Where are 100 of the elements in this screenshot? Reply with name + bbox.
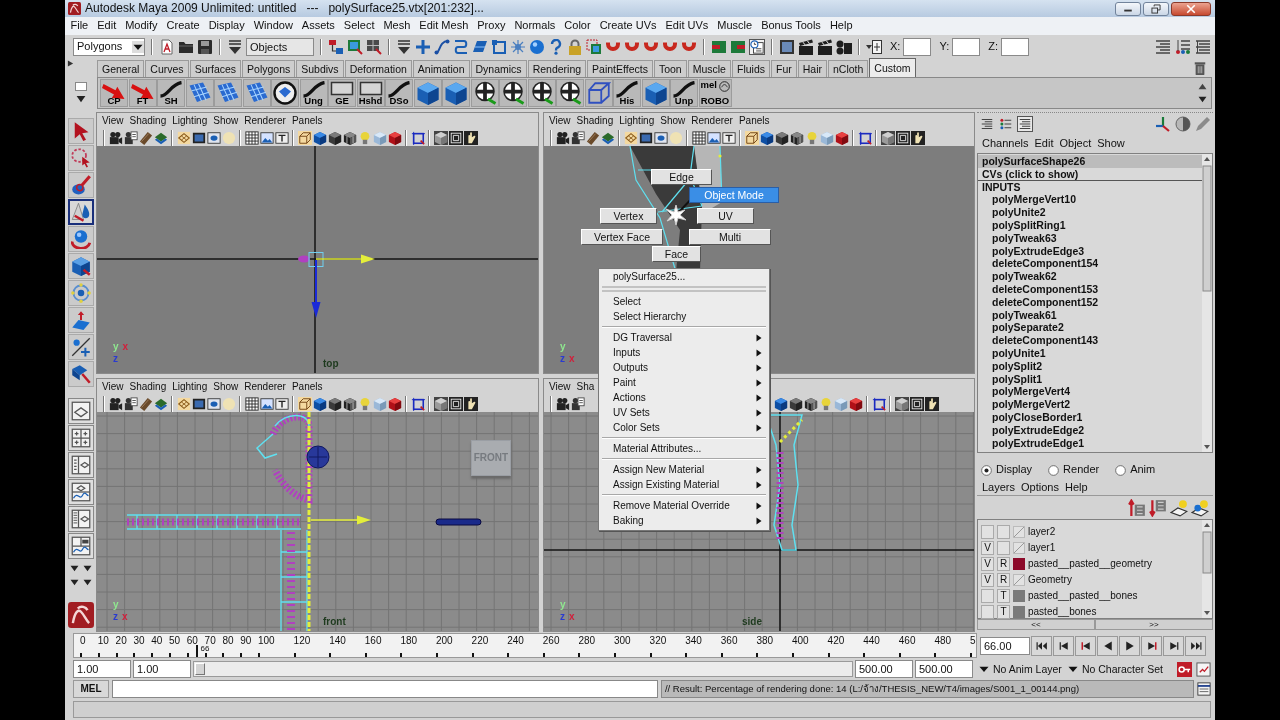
input-node[interactable]: polyExtrudeEdge2 <box>978 423 1202 437</box>
layer-scroll-button[interactable]: >> <box>1095 619 1213 630</box>
object-name[interactable]: polySurfaceShape26 <box>978 155 1202 168</box>
shelf-button[interactable]: DSo <box>385 79 413 107</box>
camera-icon[interactable] <box>555 130 570 145</box>
layer-scroll-button[interactable]: << <box>977 619 1095 630</box>
tool-button[interactable] <box>67 253 94 279</box>
menu-item[interactable]: View <box>546 113 574 129</box>
menu-item[interactable]: Panels <box>288 379 326 395</box>
input-node[interactable]: polySplit2 <box>978 359 1202 373</box>
menu-item[interactable]: Material Attributes... <box>599 441 769 456</box>
shelf-button[interactable]: CP <box>100 79 128 107</box>
menu-item[interactable]: Modify <box>120 19 163 33</box>
input-node[interactable]: deleteComponent153 <box>978 282 1202 296</box>
marking-menu-item[interactable]: Face <box>652 246 701 262</box>
color-swatch-icon[interactable] <box>1013 606 1025 618</box>
menu-item[interactable]: Assign Existing Material <box>599 477 769 492</box>
menu-item[interactable]: Lighting <box>616 113 658 129</box>
layered-planes-icon[interactable] <box>153 396 168 411</box>
command-language-button[interactable]: MEL <box>73 680 109 698</box>
input-node[interactable]: polySeparate2 <box>978 321 1202 335</box>
radio-button[interactable] <box>1115 464 1127 476</box>
shelf-tab[interactable]: Muscle <box>687 60 731 77</box>
maya-logo-icon[interactable] <box>67 602 94 628</box>
playback-start-field[interactable]: 1.00 <box>133 660 191 678</box>
grid-plane-icon[interactable] <box>176 396 191 411</box>
help-icon[interactable] <box>548 38 564 55</box>
start-time-field[interactable]: 1.00 <box>73 660 131 678</box>
wireframe-cube-icon[interactable] <box>297 130 312 145</box>
range-slider-handle[interactable] <box>195 663 205 675</box>
film-reels-icon[interactable] <box>836 38 852 55</box>
display-type-toggle[interactable]: R <box>997 573 1010 587</box>
image-plane-icon[interactable] <box>259 130 274 145</box>
menu-item[interactable]: Window <box>249 19 298 33</box>
visibility-toggle[interactable] <box>981 525 994 539</box>
end-time-field[interactable]: 500.00 <box>915 660 973 678</box>
camera-icon[interactable] <box>108 130 123 145</box>
empty-swatch-icon[interactable] <box>1013 574 1025 586</box>
shelf-tab[interactable]: Subdivs <box>296 60 344 77</box>
curve-icon[interactable] <box>434 38 450 55</box>
playback-button[interactable] <box>1119 635 1140 656</box>
shelf-tab[interactable]: Custom <box>869 58 916 77</box>
shelf-tab[interactable]: Polygons <box>242 60 296 77</box>
radio-button[interactable] <box>981 464 992 476</box>
anim-layer-dropdown[interactable]: No Anim Layer <box>978 662 1062 676</box>
display-type-toggle[interactable] <box>997 525 1010 539</box>
menu-item[interactable]: Actions <box>599 390 769 405</box>
menu-item[interactable]: Mesh <box>378 19 415 33</box>
radio-label[interactable]: Anim <box>1130 463 1156 477</box>
preferences-icon[interactable] <box>1196 661 1211 677</box>
menu-item[interactable]: Lighting <box>169 113 211 129</box>
marking-menu-item[interactable]: Multi <box>689 229 771 245</box>
half-circle-icon[interactable] <box>1175 115 1191 132</box>
frame-all-icon[interactable] <box>448 130 463 145</box>
visibility-toggle[interactable] <box>981 589 994 603</box>
object-mode-icon[interactable] <box>347 38 363 55</box>
film-gate-icon[interactable] <box>191 130 206 145</box>
hand-icon[interactable] <box>463 396 478 411</box>
sphere-icon[interactable] <box>529 38 545 55</box>
marking-menu-item[interactable]: Vertex <box>600 208 657 224</box>
resolution-gate-icon[interactable] <box>206 396 221 411</box>
display-type-toggle[interactable]: T <box>997 589 1010 603</box>
shelf-tab[interactable]: Hair <box>797 60 827 77</box>
cube-icon[interactable] <box>312 130 327 145</box>
input-node[interactable]: deleteComponent154 <box>978 257 1202 271</box>
menu-arrows-icon[interactable] <box>227 38 243 55</box>
menu-item[interactable]: Show <box>1094 134 1128 153</box>
camera-icon[interactable] <box>108 396 123 411</box>
move-manipulator-icon[interactable] <box>310 515 371 525</box>
channel-row[interactable]: CVs (click to show) <box>978 167 1202 181</box>
menu-item[interactable]: View <box>546 379 574 395</box>
menu-item[interactable]: Outputs <box>599 360 769 375</box>
layer-name[interactable]: pasted__pasted__bones <box>1028 590 1138 602</box>
input-node[interactable]: polyTweak63 <box>978 231 1202 245</box>
hand-icon[interactable] <box>463 130 478 145</box>
menu-item[interactable]: UV Sets <box>599 405 769 420</box>
menu-item[interactable]: Shading <box>126 379 170 395</box>
playback-button[interactable] <box>1185 635 1206 656</box>
shelf-tab[interactable]: Fur <box>771 60 797 77</box>
current-time-field[interactable]: 66.00 <box>980 636 1030 655</box>
shelf-tab[interactable]: PaintEffects <box>587 60 653 77</box>
color-swatch-icon[interactable] <box>1013 558 1025 570</box>
tool-button[interactable] <box>67 334 94 360</box>
menu-item[interactable]: Inputs <box>599 345 769 360</box>
layer-name[interactable]: Geometry <box>1028 574 1072 586</box>
checker-grid-icon[interactable] <box>691 130 706 145</box>
menu-item[interactable]: Panels <box>735 113 773 129</box>
display-type-toggle[interactable]: T <box>997 605 1010 619</box>
empty-swatch-icon[interactable] <box>1013 526 1025 538</box>
menu-item[interactable]: Renderer <box>688 113 736 129</box>
resolution-gate-icon[interactable] <box>653 130 668 145</box>
shelf-button[interactable]: mel ROBO <box>698 79 732 107</box>
shelf-button[interactable]: Unp <box>670 79 698 107</box>
shelf-tab[interactable]: nCloth <box>828 60 869 77</box>
radio-label[interactable]: Render <box>1063 463 1100 477</box>
menu-item[interactable]: Show <box>210 113 242 129</box>
selection-box-icon[interactable] <box>586 38 602 55</box>
menu-item[interactable]: Proxy <box>472 19 510 33</box>
cube-icon[interactable] <box>894 396 909 411</box>
menu-item[interactable]: View <box>99 113 127 129</box>
